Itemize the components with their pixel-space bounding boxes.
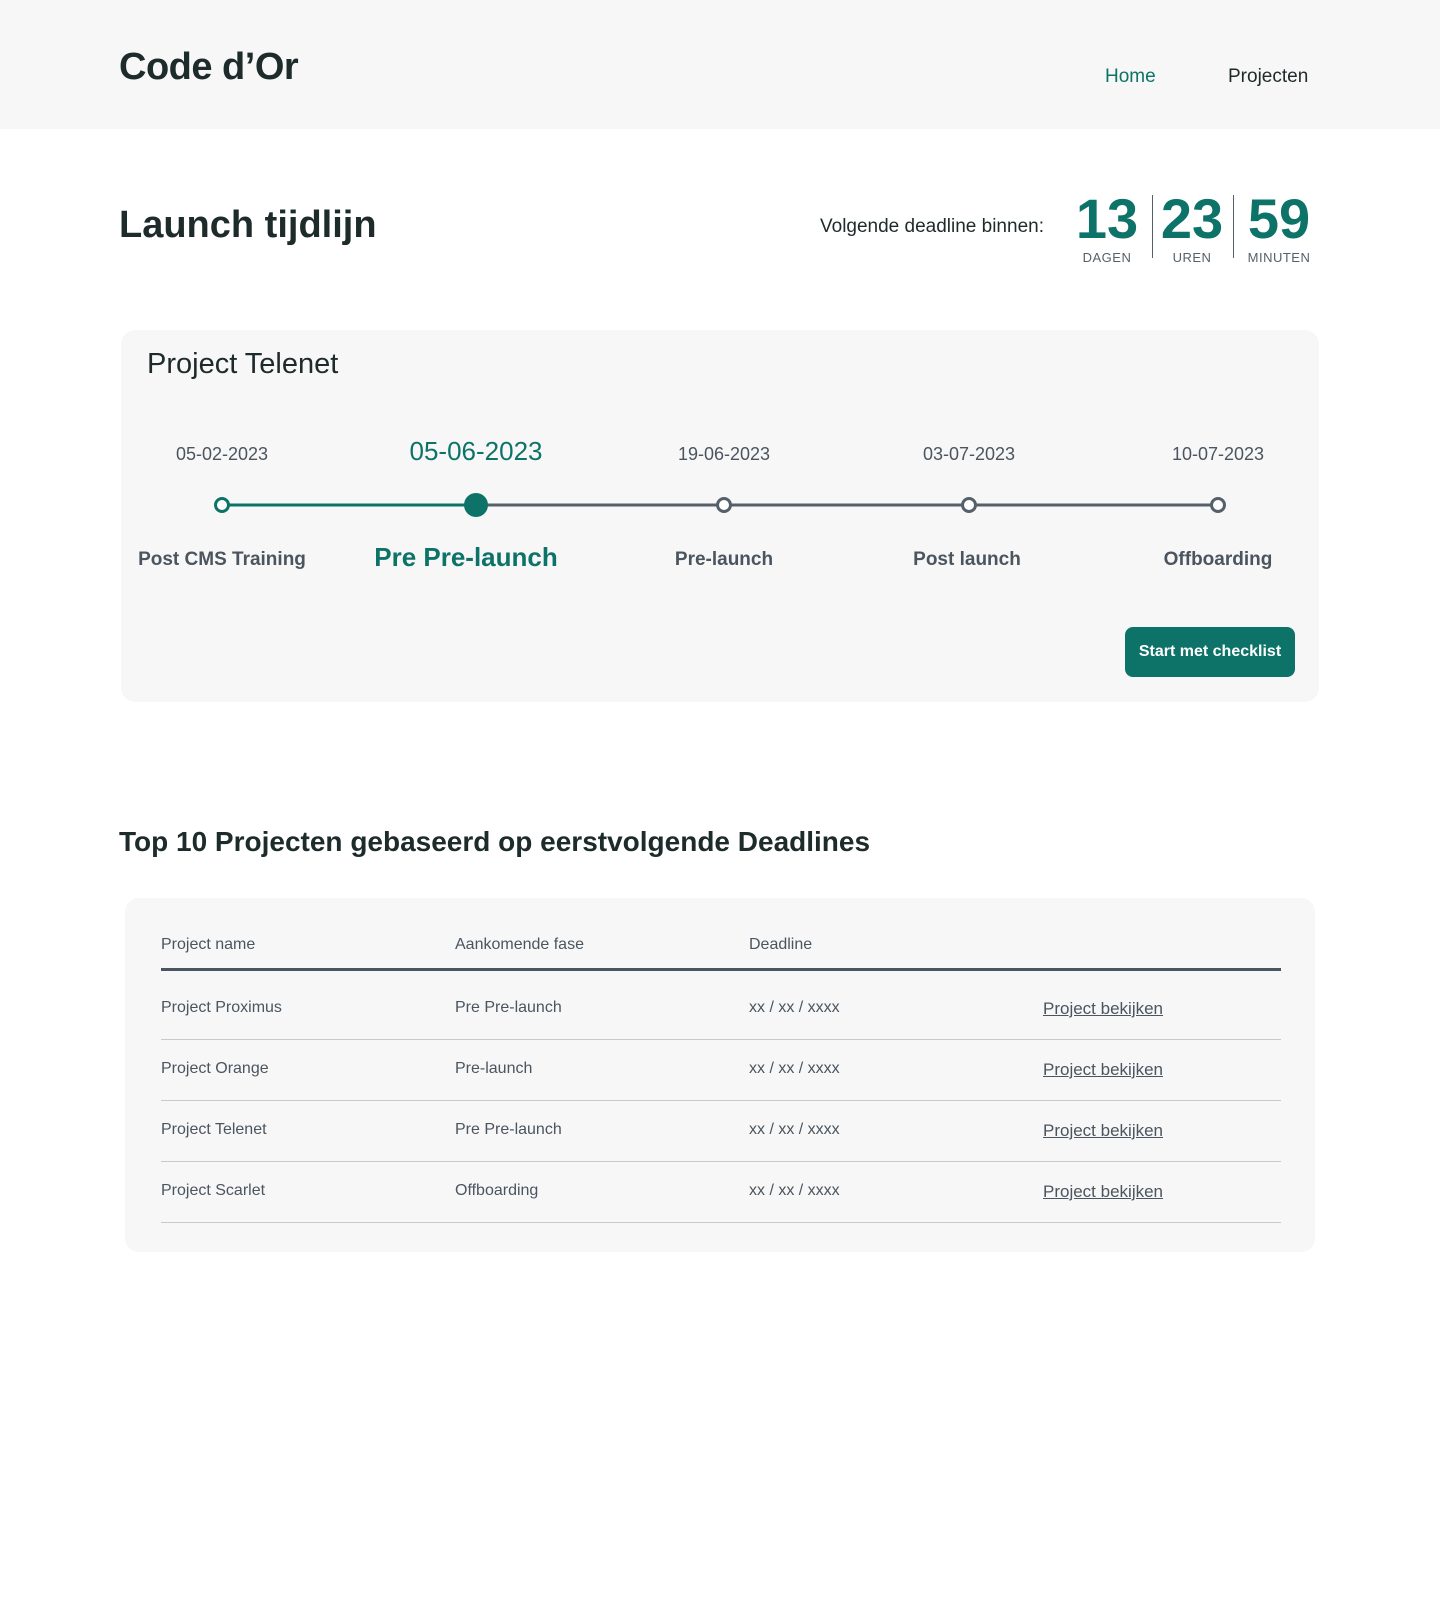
nav-home-link[interactable]: Home: [1105, 66, 1156, 88]
timeline-node-4[interactable]: [1210, 497, 1226, 513]
nav-projecten-link[interactable]: Projecten: [1228, 66, 1308, 88]
timeline-date-1: 05-06-2023: [409, 436, 543, 466]
project-name-cell: Project Orange: [161, 1060, 269, 1077]
timeline-phase-4: Offboarding: [1163, 549, 1273, 570]
start-checklist-button[interactable]: Start met checklist: [1125, 627, 1295, 677]
column-header-project-name: Project name: [161, 936, 256, 953]
view-project-link[interactable]: Project bekijken: [1043, 999, 1163, 1019]
view-project-link[interactable]: Project bekijken: [1043, 1182, 1163, 1202]
countdown-minutes-value: 59: [1247, 187, 1311, 250]
timeline-phase-3: Post launch: [913, 549, 1021, 570]
timeline-card: Project Telenet 05-02-2023 05-06-2023 19…: [121, 330, 1319, 702]
timeline-date-0: 05-02-2023: [175, 444, 269, 464]
countdown-days-caption: DAGEN: [1082, 250, 1132, 265]
column-header-phase: Aankomende fase: [455, 936, 584, 953]
project-phase-cell: Pre Pre-launch: [455, 999, 562, 1016]
countdown-hours-value: 23: [1160, 187, 1224, 250]
timeline-node-2[interactable]: [716, 497, 732, 513]
project-name-cell: Project Telenet: [161, 1121, 267, 1138]
project-deadline-cell: xx / xx / xxxx: [749, 1121, 840, 1138]
table-row: Project Telenet Pre Pre-launch xx / xx /…: [161, 1101, 1281, 1162]
logo: Code d’Or: [119, 46, 299, 88]
countdown-days: 13 DAGEN: [1075, 187, 1139, 266]
timeline-phase-1: Pre Pre-launch: [374, 542, 558, 572]
timeline-date-4: 10-07-2023: [1171, 444, 1265, 464]
project-deadline-cell: xx / xx / xxxx: [749, 1182, 840, 1199]
project-phase-cell: Pre Pre-launch: [455, 1121, 562, 1138]
view-project-link[interactable]: Project bekijken: [1043, 1121, 1163, 1141]
project-deadline-cell: xx / xx / xxxx: [749, 999, 840, 1016]
view-project-link[interactable]: Project bekijken: [1043, 1060, 1163, 1080]
timeline-date-2: 19-06-2023: [677, 444, 771, 464]
table-row: Project Proximus Pre Pre-launch xx / xx …: [161, 979, 1281, 1040]
timeline-phase-2: Pre-launch: [674, 549, 774, 570]
table-header: Project name Aankomende fase Deadline: [161, 936, 1281, 968]
project-name-cell: Project Scarlet: [161, 1182, 266, 1199]
project-name-cell: Project Proximus: [161, 999, 282, 1016]
timeline-date-3: 03-07-2023: [922, 444, 1016, 464]
timeline-node-0[interactable]: [214, 497, 230, 513]
countdown-hours: 23 UREN: [1160, 187, 1224, 266]
countdown-label: Volgende deadline binnen:: [820, 216, 1044, 237]
countdown-minutes-caption: MINUTEN: [1247, 250, 1311, 265]
countdown-divider: [1152, 195, 1153, 258]
timeline-node-3[interactable]: [961, 497, 977, 513]
project-phase-cell: Offboarding: [455, 1182, 539, 1199]
timeline-phase-0: Post CMS Training: [138, 549, 306, 570]
timeline-node-1[interactable]: [464, 493, 488, 517]
table-header-divider: [161, 968, 1281, 971]
countdown-minutes: 59 MINUTEN: [1245, 187, 1313, 266]
project-phase-cell: Pre-launch: [455, 1060, 533, 1077]
countdown-divider: [1233, 195, 1234, 258]
countdown-days-value: 13: [1075, 187, 1139, 250]
table-row: Project Scarlet Offboarding xx / xx / xx…: [161, 1162, 1281, 1223]
countdown-hours-caption: UREN: [1172, 250, 1212, 265]
project-deadline-cell: xx / xx / xxxx: [749, 1060, 840, 1077]
page-title: Launch tijdlijn: [119, 204, 377, 246]
projects-table: Project name Aankomende fase Deadline Pr…: [125, 898, 1315, 1252]
table-row: Project Orange Pre-launch xx / xx / xxxx…: [161, 1040, 1281, 1101]
column-header-deadline: Deadline: [749, 936, 813, 953]
projects-section-title: Top 10 Projecten gebaseerd op eerstvolge…: [119, 826, 871, 857]
top-navbar: Code d’Or Home Projecten: [0, 0, 1440, 129]
